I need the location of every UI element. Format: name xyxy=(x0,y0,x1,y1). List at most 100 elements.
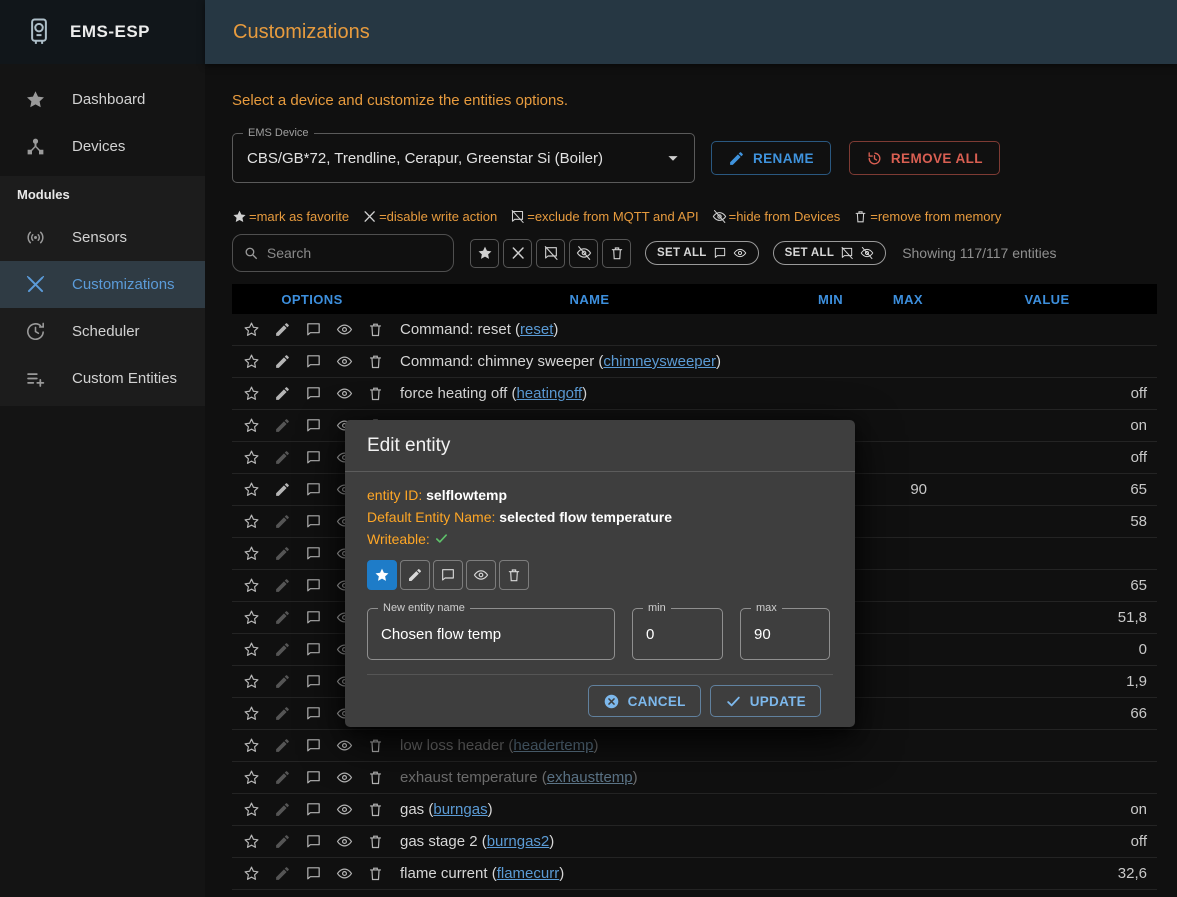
min-input[interactable] xyxy=(646,626,709,643)
favorite-button[interactable] xyxy=(240,447,262,469)
mqtt-exclude-button[interactable] xyxy=(302,831,324,853)
hide-button[interactable] xyxy=(333,319,355,341)
favorite-button[interactable] xyxy=(240,415,262,437)
mqtt-exclude-button[interactable] xyxy=(302,319,324,341)
entity-id-link[interactable]: flamecurr xyxy=(497,865,560,882)
sidebar-item-scheduler[interactable]: Scheduler xyxy=(0,308,205,355)
mqtt-exclude-button[interactable] xyxy=(302,543,324,565)
favorite-button[interactable] xyxy=(240,319,262,341)
delete-button[interactable] xyxy=(364,319,386,341)
hide-button[interactable] xyxy=(333,767,355,789)
edit-button[interactable] xyxy=(271,479,293,501)
edit-button[interactable] xyxy=(271,607,293,629)
mqtt-exclude-button[interactable] xyxy=(302,447,324,469)
hide-button[interactable] xyxy=(333,735,355,757)
mqtt-exclude-button[interactable] xyxy=(302,799,324,821)
max-input[interactable] xyxy=(754,626,816,643)
mqtt-exclude-button[interactable] xyxy=(302,735,324,757)
hide-button[interactable] xyxy=(333,383,355,405)
delete-button[interactable] xyxy=(364,799,386,821)
dialog-toggle-chat[interactable] xyxy=(433,560,463,590)
sidebar-item-customizations[interactable]: Customizations xyxy=(0,261,205,308)
mqtt-exclude-button[interactable] xyxy=(302,703,324,725)
edit-button[interactable] xyxy=(271,863,293,885)
entity-id-link[interactable]: headertemp xyxy=(513,737,593,754)
mqtt-exclude-button[interactable] xyxy=(302,671,324,693)
favorite-button[interactable] xyxy=(240,383,262,405)
delete-button[interactable] xyxy=(364,831,386,853)
entity-id-link[interactable]: exhausttemp xyxy=(547,769,633,786)
delete-button[interactable] xyxy=(364,863,386,885)
filter-eye-off-button[interactable] xyxy=(569,239,598,268)
entity-id-link[interactable]: burngas xyxy=(433,801,487,818)
filter-write-off-button[interactable] xyxy=(503,239,532,268)
cancel-button[interactable]: CANCEL xyxy=(588,685,701,717)
favorite-button[interactable] xyxy=(240,831,262,853)
hide-button[interactable] xyxy=(333,351,355,373)
mqtt-exclude-button[interactable] xyxy=(302,863,324,885)
favorite-button[interactable] xyxy=(240,351,262,373)
update-button[interactable]: UPDATE xyxy=(710,685,821,717)
sidebar-item-dashboard[interactable]: Dashboard xyxy=(0,76,205,123)
delete-button[interactable] xyxy=(364,767,386,789)
hide-button[interactable] xyxy=(333,799,355,821)
mqtt-exclude-button[interactable] xyxy=(302,639,324,661)
edit-button[interactable] xyxy=(271,575,293,597)
edit-button[interactable] xyxy=(271,351,293,373)
mqtt-exclude-button[interactable] xyxy=(302,575,324,597)
mqtt-exclude-button[interactable] xyxy=(302,767,324,789)
favorite-button[interactable] xyxy=(240,863,262,885)
edit-button[interactable] xyxy=(271,383,293,405)
favorite-button[interactable] xyxy=(240,511,262,533)
edit-button[interactable] xyxy=(271,319,293,341)
mqtt-exclude-button[interactable] xyxy=(302,351,324,373)
dialog-toggle-eye[interactable] xyxy=(466,560,496,590)
entity-id-link[interactable]: burngas2 xyxy=(487,833,550,850)
favorite-button[interactable] xyxy=(240,607,262,629)
new-entity-name-input[interactable] xyxy=(381,626,601,643)
favorite-button[interactable] xyxy=(240,671,262,693)
edit-button[interactable] xyxy=(271,767,293,789)
filter-chat-off-button[interactable] xyxy=(536,239,565,268)
mqtt-exclude-button[interactable] xyxy=(302,415,324,437)
entity-id-link[interactable]: chimneysweeper xyxy=(603,353,716,370)
edit-button[interactable] xyxy=(271,447,293,469)
edit-button[interactable] xyxy=(271,543,293,565)
favorite-button[interactable] xyxy=(240,575,262,597)
delete-button[interactable] xyxy=(364,351,386,373)
favorite-button[interactable] xyxy=(240,767,262,789)
filter-trash-button[interactable] xyxy=(602,239,631,268)
sidebar-item-devices[interactable]: Devices xyxy=(0,123,205,170)
dialog-toggle-trash[interactable] xyxy=(499,560,529,590)
delete-button[interactable] xyxy=(364,383,386,405)
edit-button[interactable] xyxy=(271,799,293,821)
set-all-button-2[interactable]: SET ALL xyxy=(773,241,887,265)
favorite-button[interactable] xyxy=(240,703,262,725)
sidebar-item-custom-entities[interactable]: Custom Entities xyxy=(0,355,205,402)
dialog-toggle-star[interactable] xyxy=(367,560,397,590)
delete-button[interactable] xyxy=(364,735,386,757)
hide-button[interactable] xyxy=(333,831,355,853)
edit-button[interactable] xyxy=(271,831,293,853)
favorite-button[interactable] xyxy=(240,479,262,501)
entity-id-link[interactable]: reset xyxy=(520,321,553,338)
edit-button[interactable] xyxy=(271,415,293,437)
remove-all-button[interactable]: REMOVE ALL xyxy=(849,141,1000,175)
rename-button[interactable]: RENAME xyxy=(711,141,831,175)
mqtt-exclude-button[interactable] xyxy=(302,607,324,629)
favorite-button[interactable] xyxy=(240,735,262,757)
filter-star-button[interactable] xyxy=(470,239,499,268)
mqtt-exclude-button[interactable] xyxy=(302,511,324,533)
set-all-button-1[interactable]: SET ALL xyxy=(645,241,759,265)
favorite-button[interactable] xyxy=(240,799,262,821)
edit-button[interactable] xyxy=(271,735,293,757)
dialog-toggle-pencil[interactable] xyxy=(400,560,430,590)
edit-button[interactable] xyxy=(271,511,293,533)
favorite-button[interactable] xyxy=(240,543,262,565)
edit-button[interactable] xyxy=(271,703,293,725)
search-input[interactable] xyxy=(267,245,443,261)
entity-id-link[interactable]: heatingoff xyxy=(516,385,582,402)
mqtt-exclude-button[interactable] xyxy=(302,479,324,501)
ems-device-select[interactable]: EMS Device CBS/GB*72, Trendline, Cerapur… xyxy=(232,133,695,183)
edit-button[interactable] xyxy=(271,671,293,693)
